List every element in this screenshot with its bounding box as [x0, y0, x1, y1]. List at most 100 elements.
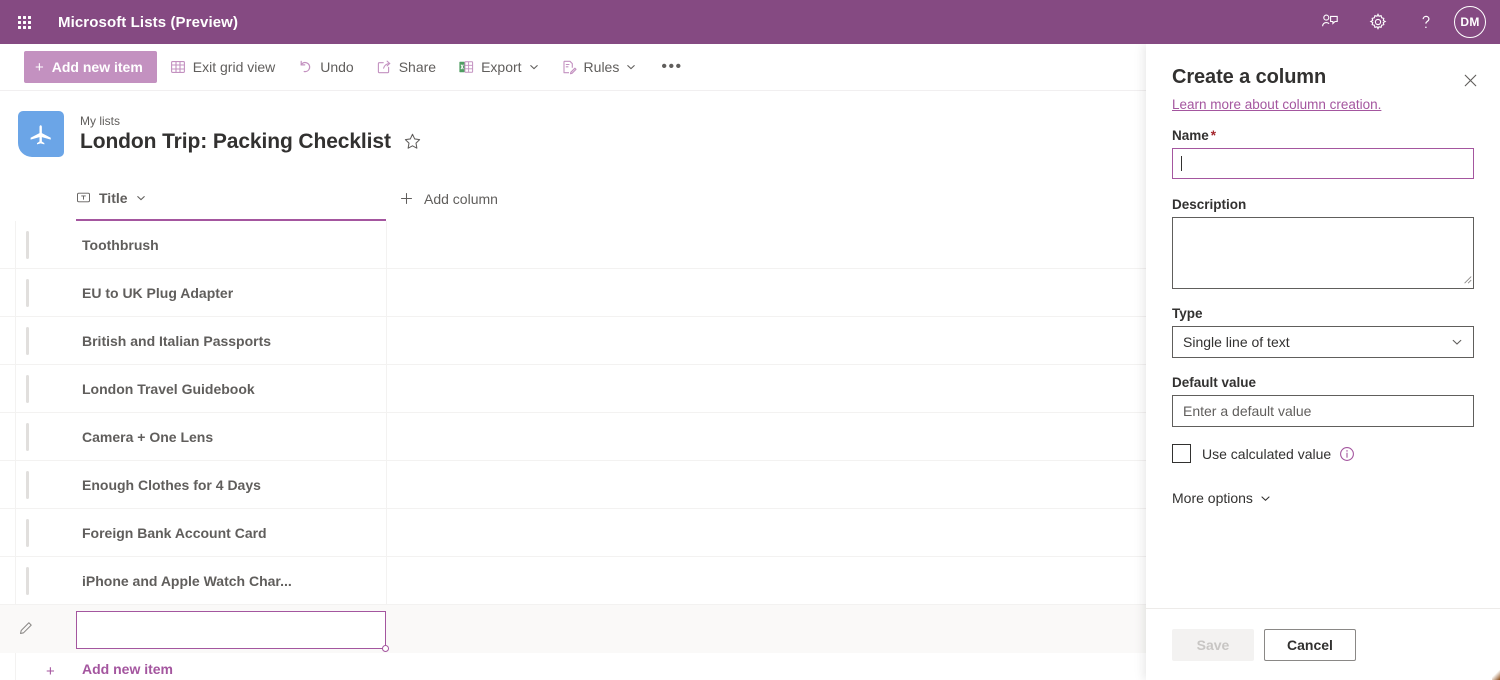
- feedback-icon[interactable]: [1306, 0, 1354, 44]
- row-title-cell[interactable]: Enough Clothes for 4 Days: [82, 477, 261, 493]
- table-row[interactable]: EU to UK Plug Adapter: [0, 269, 1146, 317]
- learn-more-link[interactable]: Learn more about column creation.: [1172, 97, 1500, 112]
- grid-header-row: Title Add column: [0, 176, 1146, 221]
- create-column-panel: Create a column Learn more about column …: [1146, 44, 1500, 680]
- excel-export-icon: [458, 59, 474, 75]
- add-column-label: Add column: [424, 191, 498, 207]
- cell-separator: [386, 557, 387, 605]
- table-row[interactable]: Camera + One Lens: [0, 413, 1146, 461]
- type-field-group: Type Single line of text: [1172, 306, 1474, 358]
- cell-separator: [386, 365, 387, 413]
- airplane-icon: [18, 111, 64, 157]
- row-title-cell[interactable]: EU to UK Plug Adapter: [82, 285, 233, 301]
- exit-grid-view-label: Exit grid view: [193, 59, 275, 75]
- cell-separator: [386, 317, 387, 365]
- exit-grid-view-button[interactable]: Exit grid view: [161, 49, 284, 85]
- app-launcher-icon[interactable]: [0, 0, 48, 44]
- text-caret: [1181, 156, 1182, 171]
- type-select[interactable]: Single line of text: [1172, 326, 1474, 358]
- table-row[interactable]: Foreign Bank Account Card: [0, 509, 1146, 557]
- row-indicator-bar: [26, 327, 29, 355]
- gear-icon[interactable]: [1354, 0, 1402, 44]
- chevron-down-icon: [1451, 336, 1463, 348]
- panel-header: Create a column: [1146, 44, 1500, 89]
- grid-add-new-item-label: Add new item: [82, 661, 173, 677]
- column-header-label: Title: [99, 190, 128, 206]
- rules-button[interactable]: Rules: [552, 49, 646, 85]
- add-new-item-button[interactable]: + Add new item: [24, 51, 157, 83]
- grid-edit-row[interactable]: [0, 605, 1146, 653]
- undo-icon: [297, 59, 313, 75]
- star-outline-icon[interactable]: [403, 132, 422, 151]
- description-label: Description: [1172, 197, 1474, 212]
- info-icon[interactable]: [1339, 446, 1355, 462]
- corner-artifact: [1492, 670, 1500, 680]
- default-value-label: Default value: [1172, 375, 1474, 390]
- row-title-cell[interactable]: iPhone and Apple Watch Char...: [82, 573, 292, 589]
- type-selected-value: Single line of text: [1183, 334, 1290, 350]
- avatar[interactable]: DM: [1454, 6, 1486, 38]
- table-row[interactable]: London Travel Guidebook: [0, 365, 1146, 413]
- chevron-down-icon: [529, 62, 539, 72]
- add-column-button[interactable]: Add column: [400, 176, 498, 221]
- row-title-cell[interactable]: Camera + One Lens: [82, 429, 213, 445]
- plus-icon: [400, 192, 413, 205]
- cell-fill-handle[interactable]: [382, 645, 389, 652]
- export-button[interactable]: Export: [449, 49, 547, 85]
- default-value-input[interactable]: [1172, 395, 1474, 427]
- question-icon[interactable]: [1402, 0, 1450, 44]
- row-title-cell[interactable]: British and Italian Passports: [82, 333, 271, 349]
- more-commands-button[interactable]: •••: [651, 49, 692, 85]
- share-icon: [376, 59, 392, 75]
- use-calculated-value-checkbox[interactable]: [1172, 444, 1191, 463]
- table-row[interactable]: Toothbrush: [0, 221, 1146, 269]
- column-header-title[interactable]: Title: [76, 176, 386, 221]
- more-options-toggle[interactable]: More options: [1172, 490, 1474, 506]
- add-new-item-label: Add new item: [52, 59, 143, 75]
- pencil-icon: [18, 621, 33, 636]
- table-row[interactable]: Enough Clothes for 4 Days: [0, 461, 1146, 509]
- grid-edit-cell-input[interactable]: [76, 611, 386, 649]
- save-button[interactable]: Save: [1172, 629, 1254, 661]
- row-title-cell[interactable]: Foreign Bank Account Card: [82, 525, 267, 541]
- list-grid: Title Add column Toothbrush EU to UK Plug…: [0, 176, 1146, 680]
- type-label: Type: [1172, 306, 1474, 321]
- page-title[interactable]: London Trip: Packing Checklist: [80, 130, 391, 154]
- close-icon[interactable]: [1456, 66, 1484, 94]
- required-asterisk: *: [1211, 128, 1216, 143]
- row-title-cell[interactable]: Toothbrush: [82, 237, 159, 253]
- table-row[interactable]: British and Italian Passports: [0, 317, 1146, 365]
- undo-button[interactable]: Undo: [288, 49, 362, 85]
- cell-separator: [386, 509, 387, 557]
- row-indicator-bar: [26, 375, 29, 403]
- plus-icon: +: [35, 60, 44, 75]
- name-input[interactable]: [1172, 148, 1474, 179]
- cancel-button[interactable]: Cancel: [1264, 629, 1356, 661]
- row-indicator-bar: [26, 471, 29, 499]
- panel-body: Name* Description Type Single line of te…: [1146, 112, 1500, 608]
- chevron-down-icon: [626, 62, 636, 72]
- share-button[interactable]: Share: [367, 49, 445, 85]
- cell-separator: [386, 221, 387, 269]
- description-field-group: Description: [1172, 197, 1474, 289]
- row-title-cell[interactable]: London Travel Guidebook: [82, 381, 255, 397]
- row-indicator-bar: [26, 231, 29, 259]
- panel-title: Create a column: [1172, 66, 1476, 89]
- plus-icon: +: [46, 663, 55, 680]
- list-header: My lists London Trip: Packing Checklist: [0, 91, 1146, 176]
- suite-header-bar: Microsoft Lists (Preview) DM: [0, 0, 1500, 44]
- chevron-down-icon[interactable]: [136, 193, 146, 203]
- use-calculated-value-row[interactable]: Use calculated value: [1172, 444, 1474, 463]
- list-header-text: My lists London Trip: Packing Checklist: [80, 114, 422, 154]
- suite-actions: DM: [1306, 0, 1500, 44]
- text-column-icon: [76, 190, 91, 205]
- grid-add-new-item-button[interactable]: + Add new item: [0, 653, 1146, 680]
- description-textarea[interactable]: [1172, 217, 1474, 289]
- breadcrumb[interactable]: My lists: [80, 114, 422, 128]
- table-row[interactable]: iPhone and Apple Watch Char...: [0, 557, 1146, 605]
- more-options-label: More options: [1172, 490, 1253, 506]
- command-bar: + Add new item Exit grid view Undo: [0, 44, 1146, 91]
- undo-label: Undo: [320, 59, 353, 75]
- suite-app-title[interactable]: Microsoft Lists (Preview): [58, 14, 238, 31]
- chevron-down-icon: [1260, 493, 1271, 504]
